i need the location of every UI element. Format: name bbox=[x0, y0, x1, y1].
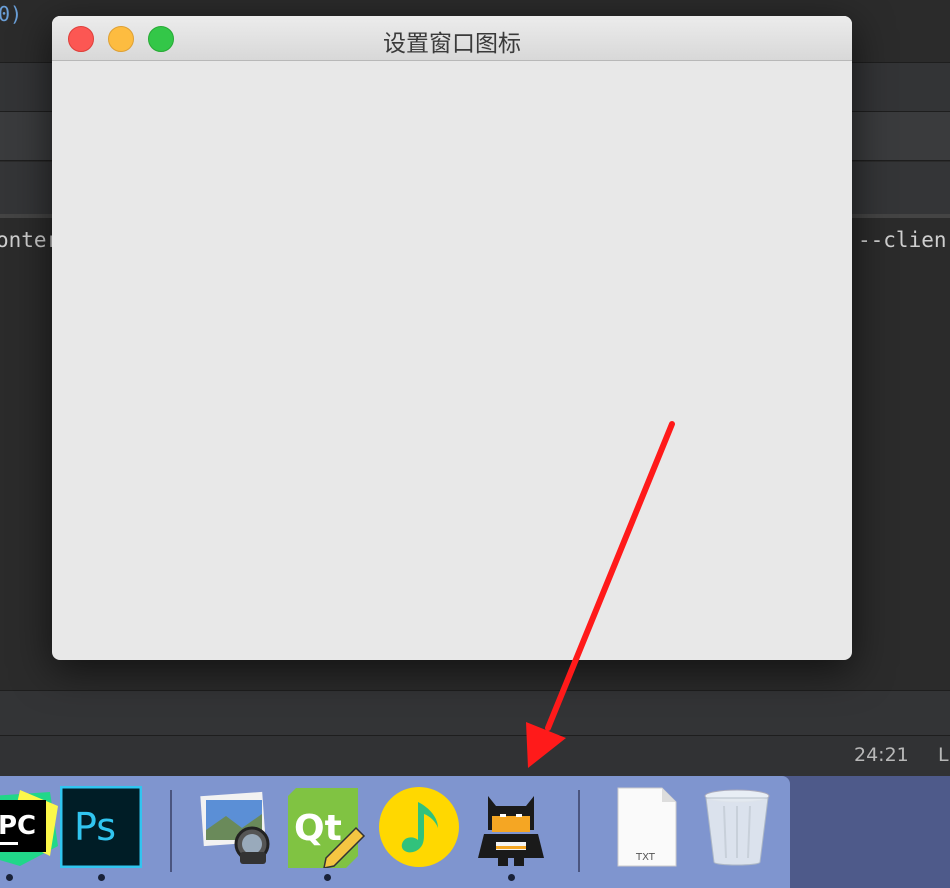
batman-app-icon[interactable] bbox=[470, 786, 552, 868]
qt-creator-running-dot bbox=[324, 874, 331, 881]
pycharm-icon[interactable]: PC bbox=[0, 786, 62, 868]
svg-text:TXT: TXT bbox=[635, 852, 656, 863]
svg-text:PC: PC bbox=[0, 811, 36, 841]
code-fragment: 0) bbox=[0, 2, 23, 26]
pycharm-running-dot bbox=[6, 874, 13, 881]
window-title: 设置窗口图标 bbox=[383, 31, 521, 57]
status-cursor-position: 24:21 bbox=[854, 744, 909, 766]
window-titlebar[interactable]: 设置窗口图标 bbox=[52, 16, 852, 61]
txt-file-icon[interactable]: TXT bbox=[604, 786, 686, 868]
app-window: 设置窗口图标 bbox=[52, 16, 852, 660]
ide-status-bar bbox=[0, 736, 950, 776]
qq-music-icon[interactable] bbox=[378, 786, 460, 868]
preview-icon[interactable] bbox=[196, 786, 278, 868]
photoshop-running-dot bbox=[98, 874, 105, 881]
terminal-text-left: onter bbox=[0, 228, 60, 252]
dock: PC Ps Qt TXT bbox=[0, 776, 790, 888]
svg-text:Ps: Ps bbox=[74, 805, 116, 849]
dock-separator bbox=[578, 790, 580, 872]
terminal-text-right: --clien bbox=[858, 228, 947, 252]
dock-separator bbox=[170, 790, 172, 872]
qt-creator-icon[interactable]: Qt bbox=[286, 786, 368, 869]
status-extra: L bbox=[938, 744, 949, 766]
photoshop-icon[interactable]: Ps bbox=[59, 785, 143, 869]
trash-icon[interactable] bbox=[696, 786, 778, 868]
ide-bottom-toolbar bbox=[0, 690, 950, 736]
svg-text:Qt: Qt bbox=[294, 808, 342, 849]
window-content bbox=[52, 61, 852, 660]
batman-app-running-dot bbox=[508, 874, 515, 881]
